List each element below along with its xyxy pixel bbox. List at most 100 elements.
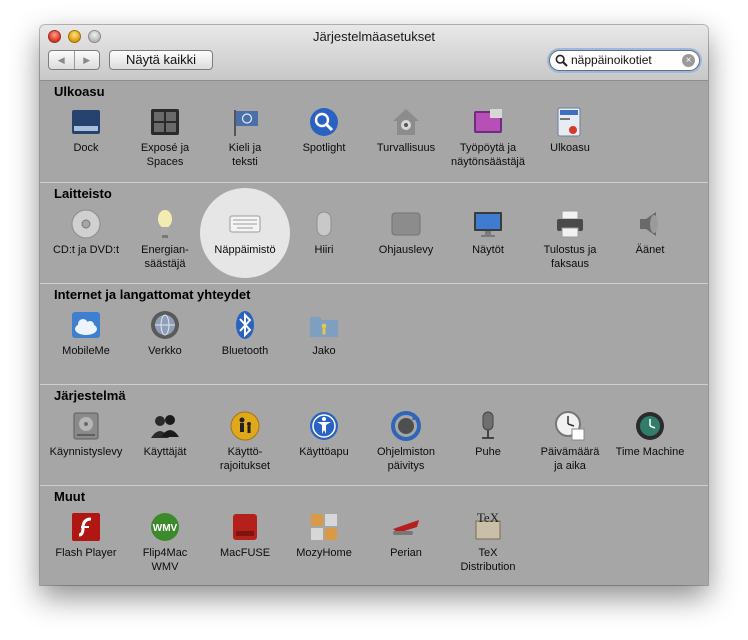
- pane-label: Ulkoasu: [550, 142, 590, 154]
- pane-label: Käyttöapu: [299, 446, 349, 458]
- trackpad-icon: [391, 212, 421, 236]
- pane-bluetooth[interactable]: Bluetooth: [202, 284, 288, 364]
- pane-label: Käyttäjät: [143, 446, 187, 458]
- pane-label: Turvallisuus: [376, 142, 436, 154]
- clear-search-icon[interactable]: ×: [682, 54, 695, 67]
- pane-macfuse[interactable]: MacFUSE: [202, 486, 288, 566]
- pane-expose-ja-spaces[interactable]: Exposé ja Spaces: [122, 81, 208, 168]
- pane-ulkoasu[interactable]: Ulkoasu: [527, 81, 613, 161]
- pane-label: Time Machine: [615, 446, 685, 458]
- pane-label: TeX Distribution: [460, 547, 516, 573]
- microphone-icon: [482, 411, 494, 439]
- pane-time-machine[interactable]: Time Machine: [607, 385, 693, 465]
- svg-text:TeX: TeX: [477, 511, 500, 525]
- spotlight-icon: [310, 108, 338, 136]
- pane-kayttajat[interactable]: Käyttäjät: [122, 385, 208, 465]
- printer-icon: [557, 210, 583, 238]
- pane-kieli-ja-teksti[interactable]: Kieli ja teksti: [202, 81, 288, 168]
- users-icon: [151, 415, 179, 438]
- bulb-icon: [158, 210, 172, 238]
- keyboard-icon: [229, 215, 261, 233]
- macfuse-icon: [233, 514, 257, 540]
- clock-icon: [555, 411, 585, 441]
- wmv-icon: WMV: [151, 513, 179, 541]
- house-lock-icon: [393, 109, 419, 135]
- pane-flip4mac-wmv[interactable]: WMV Flip4Mac WMV: [122, 486, 208, 573]
- disc-icon: [71, 209, 101, 239]
- pane-label: Näppäimistö: [214, 244, 276, 256]
- pane-spotlight[interactable]: Spotlight: [281, 81, 367, 161]
- speaker-icon: [640, 212, 658, 236]
- pane-naytot[interactable]: Näytöt: [445, 183, 531, 263]
- back-button[interactable]: ◀: [49, 51, 75, 69]
- section-laitteisto: Laitteisto CD:t ja DVD:t Energian-säästäjä…: [40, 182, 708, 283]
- appearance-icon: [557, 107, 581, 137]
- pane-hiiri[interactable]: Hiiri: [281, 183, 367, 263]
- pane-jako[interactable]: Jako: [281, 284, 367, 364]
- pane-turvallisuus[interactable]: Turvallisuus: [363, 81, 449, 161]
- pane-paivamaara-ja-aika[interactable]: Päivämäärä ja aika: [527, 385, 613, 472]
- pane-label: Energian-säästäjä: [141, 244, 189, 270]
- pane-cd-t-ja-dvd-t[interactable]: CD:t ja DVD:t: [43, 183, 129, 263]
- pane-tulostus-ja-faksaus[interactable]: Tulostus ja faksaus: [527, 183, 613, 270]
- pane-perian[interactable]: Perian: [363, 486, 449, 566]
- pane-label: CD:t ja DVD:t: [52, 244, 119, 256]
- search-input-value[interactable]: näppäinoikotiet: [571, 53, 652, 67]
- bluetooth-icon: [236, 311, 254, 339]
- pane-dock[interactable]: Dock: [43, 81, 129, 161]
- pane-flash-player[interactable]: Flash Player: [43, 486, 129, 566]
- pane-ohjelmiston-paivitys[interactable]: Ohjelmiston päivitys: [363, 385, 449, 472]
- tex-icon: TeX: [475, 511, 501, 540]
- pane-kaytto-rajoitukset[interactable]: Käyttö-rajoitukset: [202, 385, 288, 472]
- pane-label: Flash Player: [55, 547, 117, 559]
- desktop-icon: [474, 109, 502, 133]
- pane-label: Päivämäärä ja aika: [540, 446, 600, 472]
- perian-icon: [393, 520, 419, 535]
- pane-energian-saastaja[interactable]: Energian-säästäjä: [122, 183, 208, 270]
- pane-puhe[interactable]: Puhe: [445, 385, 531, 465]
- pane-label: MozyHome: [296, 547, 352, 559]
- forward-button[interactable]: ▶: [75, 51, 100, 69]
- pane-label: Hiiri: [314, 244, 334, 256]
- section-muut: Muut Flash Player WMV Flip4Mac WMV MacFUSE Moz…: [40, 485, 708, 585]
- globe-icon: [151, 311, 179, 339]
- pane-kaynnistyslevy[interactable]: Käynnistyslevy: [43, 385, 129, 465]
- accessibility-icon: [310, 412, 338, 440]
- search-field[interactable]: näppäinoikotiet ×: [549, 50, 700, 71]
- section-ulkoasu: Ulkoasu Dock Exposé ja Spaces Kieli ja teksti…: [40, 81, 708, 182]
- pane-label: Kieli ja teksti: [228, 142, 262, 168]
- pane-kayttoapu[interactable]: Käyttöapu: [281, 385, 367, 465]
- expose-icon: [151, 109, 179, 135]
- section-jarjestelma: Järjestelmä Käynnistyslevy Käyttäjät Käyttö…: [40, 384, 708, 485]
- pane-label: Käynnistyslevy: [49, 446, 123, 458]
- pane-label: Käyttö-rajoitukset: [219, 446, 271, 472]
- pane-label: Dock: [73, 142, 99, 154]
- show-all-button[interactable]: Näytä kaikki: [109, 50, 213, 70]
- mouse-icon: [316, 211, 332, 237]
- pane-mozyhome[interactable]: MozyHome: [281, 486, 367, 566]
- monitor-icon: [474, 212, 502, 237]
- search-icon: [555, 54, 568, 67]
- section-internet-ja-langattomat-yhteydet: Internet ja langattomat yhteydet MobileMe…: [40, 283, 708, 384]
- pane-mobileme[interactable]: MobileMe: [43, 284, 129, 364]
- flash-icon: [72, 513, 100, 541]
- pane-label: Verkko: [148, 345, 182, 357]
- pane-tyopoyta-ja-naytonsaastaja[interactable]: Työpöytä ja näytönsäästäjä: [445, 81, 531, 168]
- pane-label: Työpöytä ja näytönsäästäjä: [451, 142, 525, 168]
- svg-text:WMV: WMV: [153, 523, 178, 534]
- pane-verkko[interactable]: Verkko: [122, 284, 208, 364]
- sharing-folder-icon: [310, 317, 338, 337]
- pane-label: Exposé ja Spaces: [140, 142, 190, 168]
- pane-aanet[interactable]: Äänet: [607, 183, 693, 263]
- pane-label: Ohjelmiston päivitys: [376, 446, 436, 472]
- pane-label: Perian: [390, 547, 422, 559]
- pane-label: Puhe: [475, 446, 501, 458]
- pane-ohjauslevy[interactable]: Ohjauslevy: [363, 183, 449, 263]
- pane-nappaimisto[interactable]: Näppäimistö: [202, 183, 288, 263]
- mozy-icon: [311, 514, 337, 540]
- pane-label: Jako: [312, 345, 336, 357]
- cloud-icon: [72, 312, 100, 338]
- pane-label: MacFUSE: [219, 547, 271, 559]
- preferences-panes: Ulkoasu Dock Exposé ja Spaces Kieli ja teksti…: [40, 81, 708, 585]
- pane-tex-distribution[interactable]: TeX TeX Distribution: [445, 486, 531, 573]
